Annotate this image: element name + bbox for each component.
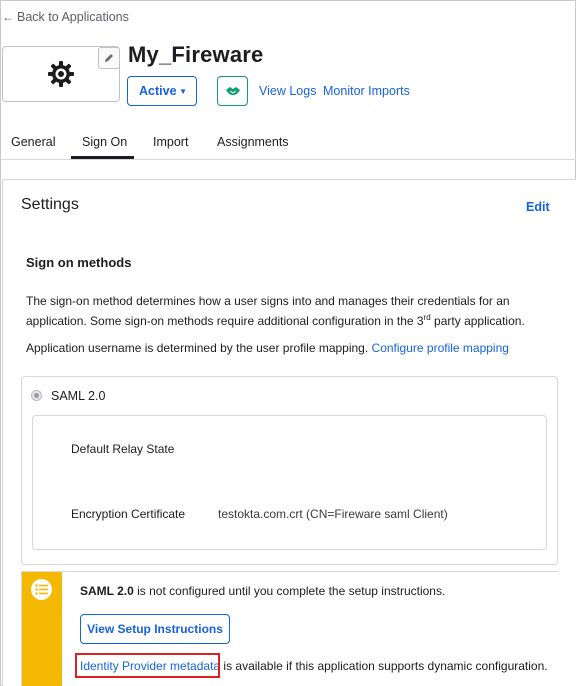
back-link-label: Back to Applications	[17, 10, 129, 24]
settings-title: Settings	[21, 196, 79, 213]
saml-details-box	[32, 415, 547, 550]
edit-logo-button[interactable]	[98, 47, 120, 69]
callout-message: SAML 2.0 is not configured until you com…	[80, 584, 445, 598]
saml-radio-label: SAML 2.0	[51, 389, 106, 403]
username-mapping-label: Application username is determined by th…	[26, 341, 369, 355]
saml-radio-button[interactable]	[31, 390, 42, 401]
tab-sign-on[interactable]: Sign On	[82, 135, 127, 149]
callout-message-bold: SAML 2.0	[80, 584, 134, 598]
edit-settings-button[interactable]: Edit	[526, 200, 550, 214]
encryption-certificate-value: testokta.com.crt (CN=Fireware saml Clien…	[218, 507, 448, 521]
view-logs-link[interactable]: View Logs	[259, 84, 316, 98]
tab-assignments[interactable]: Assignments	[217, 135, 289, 149]
username-mapping-text: Application username is determined by th…	[26, 341, 509, 355]
pencil-icon	[105, 54, 113, 62]
idp-metadata-text: is available if this application support…	[220, 659, 548, 673]
default-relay-state-label: Default Relay State	[71, 442, 175, 456]
status-dropdown[interactable]: Active ▼	[127, 76, 197, 106]
highlight-box	[75, 653, 220, 678]
callout-message-text: is not configured until you complete the…	[133, 584, 446, 598]
configure-profile-mapping-link[interactable]: Configure profile mapping	[372, 341, 509, 355]
description-superscript: rd	[423, 313, 431, 322]
list-icon	[31, 579, 52, 600]
active-tab-indicator	[71, 156, 134, 159]
back-to-applications-link[interactable]: ← Back to Applications	[2, 10, 129, 24]
monitor-imports-link[interactable]: Monitor Imports	[323, 84, 410, 98]
caret-down-icon: ▼	[179, 87, 187, 96]
status-label: Active	[139, 84, 177, 98]
tab-import[interactable]: Import	[153, 135, 188, 149]
description-text-2: party application.	[430, 314, 525, 328]
view-setup-instructions-button[interactable]: View Setup Instructions	[80, 614, 230, 644]
sign-on-methods-heading: Sign on methods	[26, 255, 132, 270]
tab-general[interactable]: General	[11, 135, 55, 149]
handshake-icon	[225, 87, 240, 95]
encryption-certificate-label: Encryption Certificate	[71, 507, 186, 521]
gear-icon	[48, 61, 74, 87]
sign-on-description: The sign-on method determines how a user…	[26, 291, 546, 331]
app-title: My_Fireware	[128, 42, 264, 67]
push-groups-button[interactable]	[217, 76, 248, 106]
arrow-left-icon: ←	[2, 10, 14, 24]
tab-bar: General Sign On Import Assignments	[1, 126, 576, 160]
